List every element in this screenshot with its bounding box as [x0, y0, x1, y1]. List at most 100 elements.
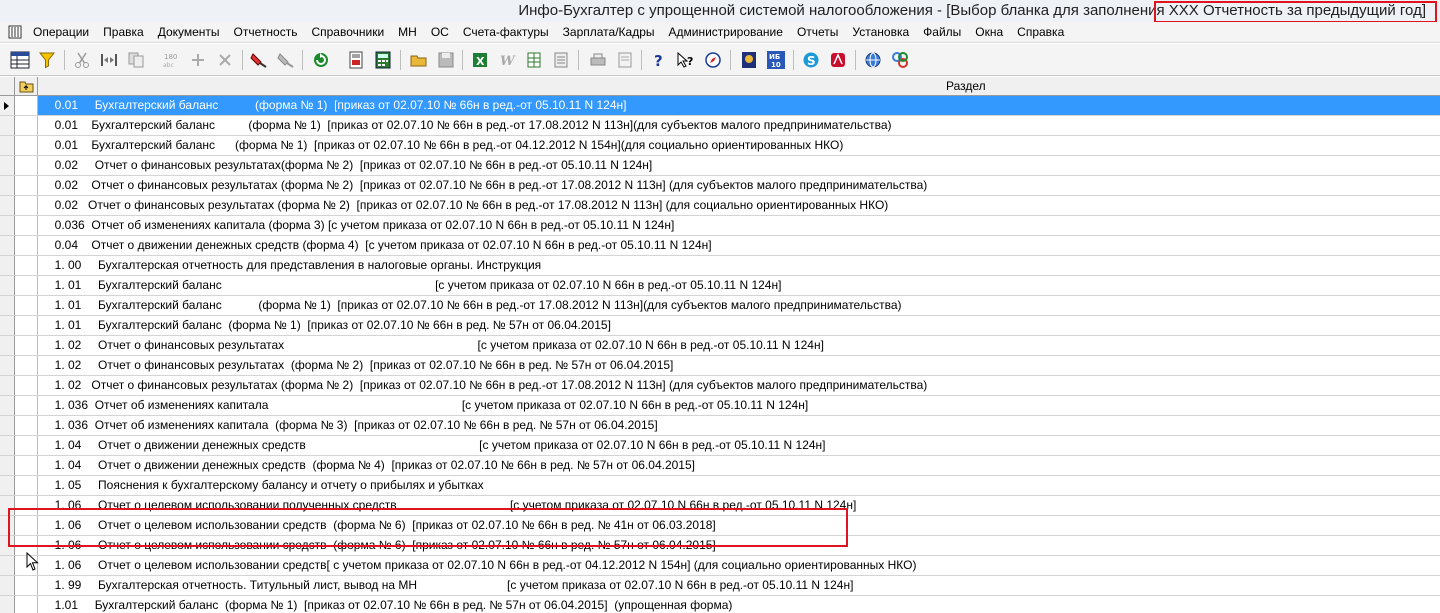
row-indicator[interactable]	[0, 336, 15, 355]
row-indicator[interactable]	[0, 436, 15, 455]
row-mark-cell[interactable]	[15, 236, 38, 255]
row-mark-cell[interactable]	[15, 456, 38, 475]
table-row[interactable]: 1. 05 Пояснения к бухгалтерскому балансу…	[0, 476, 1440, 496]
copy-icon[interactable]	[125, 49, 147, 71]
row-mark-cell[interactable]	[15, 416, 38, 435]
form-icon[interactable]	[550, 49, 572, 71]
printer-icon[interactable]	[587, 49, 609, 71]
spreadsheet-icon[interactable]	[523, 49, 545, 71]
link-icon[interactable]	[889, 49, 911, 71]
row-indicator[interactable]	[0, 276, 15, 295]
menu-item-documents[interactable]: Документы	[151, 25, 227, 39]
table-row[interactable]: 0.01 Бухгалтерский баланс (форма № 1) [п…	[0, 136, 1440, 156]
calculator-icon[interactable]	[372, 49, 394, 71]
table-row[interactable]: 0.01 Бухгалтерский баланс (форма № 1) [п…	[0, 116, 1440, 136]
row-section-text[interactable]: 0.04 Отчет о движении денежных средств (…	[38, 236, 1440, 255]
ib10-icon[interactable]: ИБ 10	[765, 49, 787, 71]
row-mark-cell[interactable]	[15, 156, 38, 175]
preview-icon[interactable]	[614, 49, 636, 71]
row-indicator[interactable]	[0, 116, 15, 135]
menu-item-windows[interactable]: Окна	[968, 25, 1010, 39]
row-mark-cell[interactable]	[15, 356, 38, 375]
table-row[interactable]: 1. 04 Отчет о движении денежных средств …	[0, 456, 1440, 476]
row-section-text[interactable]: 1. 04 Отчет о движении денежных средств …	[38, 456, 1440, 475]
adobe-icon[interactable]	[827, 49, 849, 71]
header-folder-cell[interactable]	[15, 77, 38, 95]
row-mark-cell[interactable]	[15, 436, 38, 455]
excel-icon[interactable]: X	[469, 49, 491, 71]
row-indicator[interactable]	[0, 596, 15, 613]
row-indicator[interactable]	[0, 416, 15, 435]
menu-item-mn[interactable]: МН	[391, 25, 424, 39]
row-mark-cell[interactable]	[15, 136, 38, 155]
row-indicator[interactable]	[0, 316, 15, 335]
remove-marker-icon[interactable]	[275, 49, 297, 71]
row-section-text[interactable]: 1. 05 Пояснения к бухгалтерскому балансу…	[38, 476, 1440, 495]
table-row[interactable]: 0.02 Отчет о финансовых результатах(форм…	[0, 156, 1440, 176]
plus-icon[interactable]	[187, 49, 209, 71]
row-section-text[interactable]: 0.02 Отчет о финансовых результатах (фор…	[38, 176, 1440, 195]
row-mark-cell[interactable]	[15, 576, 38, 595]
menu-item-administration[interactable]: Администрирование	[662, 25, 790, 39]
row-mark-cell[interactable]	[15, 256, 38, 275]
menu-item-operations[interactable]: Операции	[26, 25, 96, 39]
row-mark-cell[interactable]	[15, 296, 38, 315]
marker-icon[interactable]	[248, 49, 270, 71]
table-row[interactable]: 1. 00 Бухгалтерская отчетность для предс…	[0, 256, 1440, 276]
row-indicator[interactable]	[0, 376, 15, 395]
table-row[interactable]: 0.02 Отчет о финансовых результатах (фор…	[0, 196, 1440, 216]
scissors-icon[interactable]	[71, 49, 93, 71]
row-mark-cell[interactable]	[15, 376, 38, 395]
row-indicator[interactable]	[0, 296, 15, 315]
menu-item-os[interactable]: ОС	[424, 25, 456, 39]
menu-item-setup[interactable]: Установка	[845, 25, 916, 39]
app-menu-icon[interactable]	[8, 25, 22, 39]
row-indicator[interactable]	[0, 96, 15, 115]
row-indicator[interactable]	[0, 196, 15, 215]
row-indicator[interactable]	[0, 556, 15, 575]
menu-item-payroll[interactable]: Зарплата/Кадры	[556, 25, 662, 39]
row-mark-cell[interactable]	[15, 216, 38, 235]
menu-item-invoices[interactable]: Счета-фактуры	[456, 25, 556, 39]
menu-item-help[interactable]: Справка	[1010, 25, 1071, 39]
row-mark-cell[interactable]	[15, 396, 38, 415]
table-grid-icon[interactable]	[9, 49, 31, 71]
table-row[interactable]: 1. 036 Отчет об изменениях капитала (фор…	[0, 416, 1440, 436]
menu-item-edit[interactable]: Правка	[96, 25, 151, 39]
word-icon[interactable]: W	[496, 49, 518, 71]
table-row[interactable]: 1.01 Бухгалтерский баланс (форма № 1) [п…	[0, 596, 1440, 613]
help-icon[interactable]: ?	[648, 49, 670, 71]
row-section-text[interactable]: 0.02 Отчет о финансовых результатах(форм…	[38, 156, 1440, 175]
table-row[interactable]: 0.036 Отчет об изменениях капитала (форм…	[0, 216, 1440, 236]
table-row[interactable]: 1. 06 Отчет о целевом использовании сред…	[0, 556, 1440, 576]
table-row[interactable]: 1. 01 Бухгалтерский баланс (форма № 1) […	[0, 316, 1440, 336]
menu-item-files[interactable]: Файлы	[916, 25, 968, 39]
row-indicator[interactable]	[0, 136, 15, 155]
row-section-text[interactable]: 0.01 Бухгалтерский баланс (форма № 1) [п…	[38, 136, 1440, 155]
menu-item-references[interactable]: Справочники	[304, 25, 391, 39]
row-mark-cell[interactable]	[15, 176, 38, 195]
row-section-text[interactable]: 1. 99 Бухгалтерская отчетность. Титульны…	[38, 576, 1440, 595]
table-row[interactable]: 1. 04 Отчет о движении денежных средств …	[0, 436, 1440, 456]
table-row[interactable]: 0.04 Отчет о движении денежных средств (…	[0, 236, 1440, 256]
row-mark-cell[interactable]	[15, 316, 38, 335]
row-mark-cell[interactable]	[15, 96, 38, 115]
row-section-text[interactable]: 1. 01 Бухгалтерский баланс (форма № 1) […	[38, 316, 1440, 335]
skype-icon[interactable]: S	[800, 49, 822, 71]
row-section-text[interactable]: 1. 036 Отчет об изменениях капитала (фор…	[38, 416, 1440, 435]
row-section-text[interactable]: 1. 01 Бухгалтерский баланс (форма № 1) […	[38, 296, 1440, 315]
save-icon[interactable]	[435, 49, 457, 71]
table-row[interactable]: 1. 99 Бухгалтерская отчетность. Титульны…	[0, 576, 1440, 596]
row-section-text[interactable]: 1. 06 Отчет о целевом использовании сред…	[38, 556, 1440, 575]
row-section-text[interactable]: 1. 04 Отчет о движении денежных средств …	[38, 436, 1440, 455]
row-section-text[interactable]: 1. 02 Отчет о финансовых результатах [с …	[38, 336, 1440, 355]
row-section-text[interactable]: 1. 01 Бухгалтерский баланс [с учетом при…	[38, 276, 1440, 295]
table-row[interactable]: 1. 01 Бухгалтерский баланс [с учетом при…	[0, 276, 1440, 296]
table-row[interactable]: 1. 02 Отчет о финансовых результатах (фо…	[0, 376, 1440, 396]
row-mark-cell[interactable]	[15, 276, 38, 295]
row-section-text[interactable]: 0.02 Отчет о финансовых результатах (фор…	[38, 196, 1440, 215]
filter-icon[interactable]	[36, 49, 58, 71]
row-mark-cell[interactable]	[15, 116, 38, 135]
menu-item-reports[interactable]: Отчеты	[790, 25, 845, 39]
row-indicator[interactable]	[0, 256, 15, 275]
